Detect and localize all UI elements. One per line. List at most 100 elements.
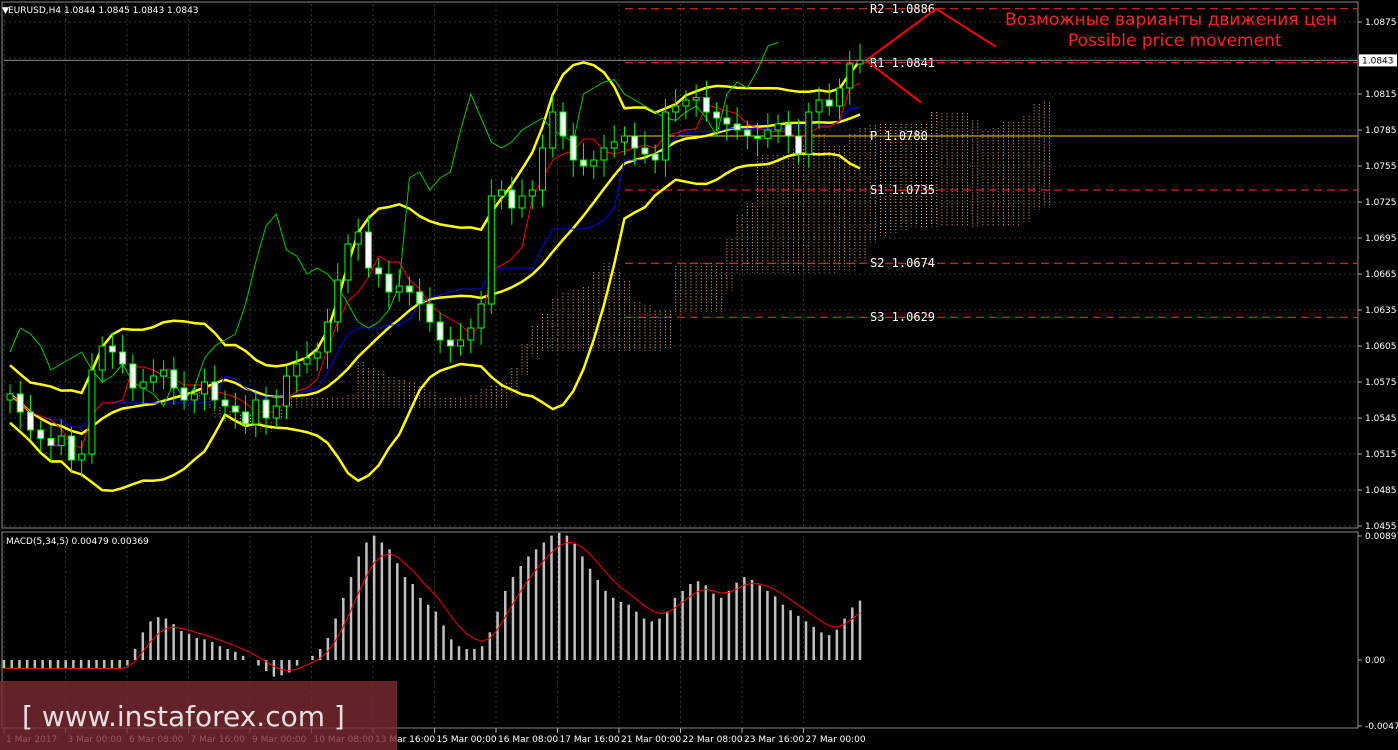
candle-body	[221, 399, 229, 407]
candle-body	[457, 339, 465, 347]
candle-body	[395, 285, 403, 293]
candle-body	[682, 99, 690, 107]
candle-body	[190, 393, 198, 401]
chart-root: R2 1.0886 R1 1.0841 P 1.0780 S1 1.0735 S2 1.…	[0, 1, 1398, 750]
candle-body	[539, 147, 547, 191]
y-tick-label: 1.0755	[1365, 162, 1397, 172]
candle-body	[713, 111, 721, 119]
x-tick-label: 17 Mar 16:00	[560, 735, 620, 745]
candle-body	[498, 189, 506, 197]
x-tick-label: 21 Mar 00:00	[621, 735, 681, 745]
y-tick-label: 1.0605	[1365, 342, 1397, 352]
level-label-p: P 1.0780	[870, 129, 928, 143]
candle-body	[467, 327, 475, 341]
macd-histogram	[2, 532, 862, 677]
symbol-header: EURUSD,H4 1.0844 1.0845 1.0843 1.0843	[8, 6, 199, 16]
y-tick-label: 1.0695	[1365, 234, 1397, 244]
level-label-s1: S1 1.0735	[870, 183, 935, 197]
candle-body	[119, 351, 127, 365]
candle-body	[825, 99, 833, 107]
candle-body	[98, 345, 106, 371]
level-label-r2: R2 1.0886	[870, 2, 935, 16]
annotation-en: Possible price movement	[1068, 31, 1282, 51]
candle-body	[88, 369, 96, 455]
triangle-icon: ▼	[2, 6, 9, 16]
candle-body	[416, 291, 424, 305]
candle-body	[559, 111, 567, 137]
candle-body	[375, 267, 383, 275]
candle-body	[364, 231, 372, 269]
candle-body	[57, 435, 65, 447]
x-tick-label: 15 Mar 00:00	[437, 735, 497, 745]
y-tick-label: 1.0785	[1365, 126, 1397, 136]
candle-body	[651, 153, 659, 161]
candle-body	[129, 363, 137, 389]
candle-body	[549, 111, 557, 149]
y-tick-label: 1.0665	[1365, 270, 1397, 280]
y-tick-label: 1.0635	[1365, 306, 1397, 316]
candle-body	[846, 63, 854, 89]
candle-body	[579, 159, 587, 167]
candle-body	[231, 405, 239, 413]
candle-body	[405, 285, 413, 293]
chikou-line	[9, 41, 779, 407]
candle-body	[170, 369, 178, 389]
candle-body	[6, 393, 14, 401]
candle-body	[702, 97, 710, 113]
level-label-s2: S2 1.0674	[870, 256, 935, 270]
candle-body	[160, 369, 168, 377]
candle-body	[805, 111, 813, 155]
y-tick-label: 1.0875	[1365, 18, 1397, 28]
candle-body	[631, 135, 639, 149]
candle-body	[67, 435, 75, 461]
candle-body	[508, 189, 516, 209]
arrow-up-path	[865, 7, 997, 62]
candle-body	[856, 59, 864, 65]
y-tick-label: 1.0815	[1365, 90, 1397, 100]
level-label-s3: S3 1.0629	[870, 310, 935, 324]
candle-body	[528, 189, 536, 197]
x-tick-label: 27 Mar 00:00	[806, 735, 866, 745]
candle-body	[262, 399, 270, 419]
candle-body	[795, 135, 803, 155]
candle-body	[272, 405, 280, 419]
candle-body	[139, 381, 147, 389]
candle-body	[283, 375, 291, 407]
candle-body	[242, 411, 250, 425]
candle-body	[201, 381, 209, 395]
candle-body	[354, 231, 362, 245]
candle-body	[252, 399, 260, 425]
candle-body	[436, 321, 444, 341]
candle-body	[590, 159, 598, 167]
candle-body	[569, 135, 577, 161]
candle-body	[426, 303, 434, 323]
macd-y-tick-label: -0.00477	[1365, 722, 1398, 732]
macd-header: MACD(5,34,5) 0.00479 0.00369	[6, 537, 149, 547]
candle-body	[815, 99, 823, 113]
candle-body	[620, 135, 628, 143]
macd-signal-line	[4, 542, 861, 671]
x-tick-label: 16 Mar 08:00	[498, 735, 558, 745]
candle-body	[334, 279, 342, 323]
candle-body	[518, 195, 526, 209]
candle-body	[303, 357, 311, 365]
watermark: [ www.instaforex.com ]	[22, 700, 345, 733]
candle-body	[446, 339, 454, 347]
candle-body	[385, 273, 393, 293]
candle-body	[692, 97, 700, 101]
y-tick-label: 1.0515	[1365, 450, 1397, 460]
candle-body	[344, 243, 352, 281]
current-price-label: 1.0843	[1362, 56, 1394, 66]
candle-body	[16, 393, 24, 413]
candle-body	[211, 381, 219, 401]
candle-body	[836, 87, 844, 107]
candle-body	[293, 363, 301, 377]
candle-body	[743, 129, 751, 137]
candle-body	[149, 375, 157, 383]
candle-body	[78, 453, 86, 461]
candle-body	[477, 303, 485, 329]
candle-body	[723, 117, 731, 125]
y-tick-label: 1.0455	[1365, 522, 1397, 532]
candle-body	[610, 141, 618, 149]
macd-axis: 0.00897 0.00 -0.00477	[1358, 532, 1398, 732]
